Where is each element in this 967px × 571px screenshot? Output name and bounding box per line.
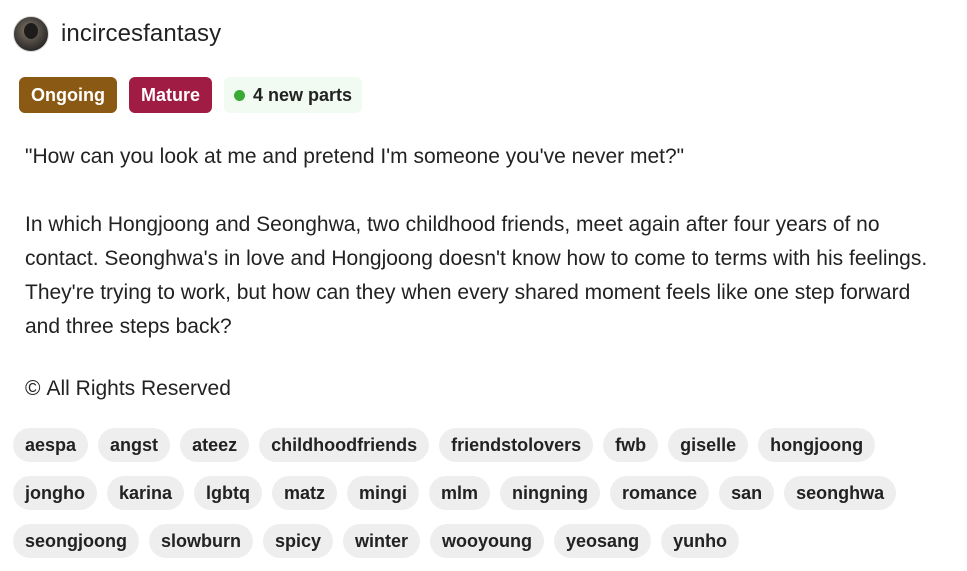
- tag-childhoodfriends[interactable]: childhoodfriends: [259, 428, 430, 462]
- tag-yeosang[interactable]: yeosang: [554, 524, 652, 558]
- tag-friendstolovers[interactable]: friendstolovers: [439, 428, 594, 462]
- tag-angst[interactable]: angst: [98, 428, 171, 462]
- status-badge: Ongoing: [19, 77, 117, 113]
- tag-slowburn[interactable]: slowburn: [149, 524, 253, 558]
- author-row[interactable]: incircesfantasy: [13, 15, 221, 53]
- new-parts-label: 4 new parts: [253, 85, 353, 105]
- tag-jongho[interactable]: jongho: [13, 476, 97, 510]
- tag-spicy[interactable]: spicy: [263, 524, 334, 558]
- mature-badge: Mature: [128, 77, 212, 113]
- tag-giselle[interactable]: giselle: [668, 428, 749, 462]
- tag-seonghwa[interactable]: seonghwa: [784, 476, 897, 510]
- tag-winter[interactable]: winter: [343, 524, 421, 558]
- tag-san[interactable]: san: [719, 476, 775, 510]
- tag-ningning[interactable]: ningning: [500, 476, 601, 510]
- tag-yunho[interactable]: yunho: [661, 524, 740, 558]
- tag-list: aespa angst ateez childhoodfriends frien…: [13, 428, 963, 558]
- tag-lgbtq[interactable]: lgbtq: [194, 476, 263, 510]
- story-badges: Ongoing Mature 4 new parts: [19, 77, 363, 113]
- new-parts-badge: 4 new parts: [224, 77, 363, 113]
- new-parts-dot-icon: [234, 89, 245, 101]
- tag-ateez[interactable]: ateez: [180, 428, 250, 462]
- copyright-label: All Rights Reserved: [46, 377, 231, 400]
- tag-mlm[interactable]: mlm: [429, 476, 491, 510]
- tag-fwb[interactable]: fwb: [603, 428, 659, 462]
- tag-matz[interactable]: matz: [272, 476, 338, 510]
- avatar[interactable]: [13, 16, 49, 52]
- tag-seongjoong[interactable]: seongjoong: [13, 524, 139, 558]
- tag-karina[interactable]: karina: [106, 476, 185, 510]
- story-description: "How can you look at me and pretend I'm …: [25, 140, 950, 344]
- tag-romance[interactable]: romance: [610, 476, 710, 510]
- tag-mingi[interactable]: mingi: [347, 476, 420, 510]
- copyright-line: © All Rights Reserved: [25, 372, 231, 406]
- description-quote: "How can you look at me and pretend I'm …: [25, 145, 685, 168]
- author-name[interactable]: incircesfantasy: [61, 20, 221, 48]
- description-body: In which Hongjoong and Seonghwa, two chi…: [25, 213, 928, 338]
- copyright-icon: ©: [25, 377, 41, 400]
- tag-wooyoung[interactable]: wooyoung: [430, 524, 545, 558]
- tag-hongjoong[interactable]: hongjoong: [758, 428, 876, 462]
- tag-aespa[interactable]: aespa: [13, 428, 89, 462]
